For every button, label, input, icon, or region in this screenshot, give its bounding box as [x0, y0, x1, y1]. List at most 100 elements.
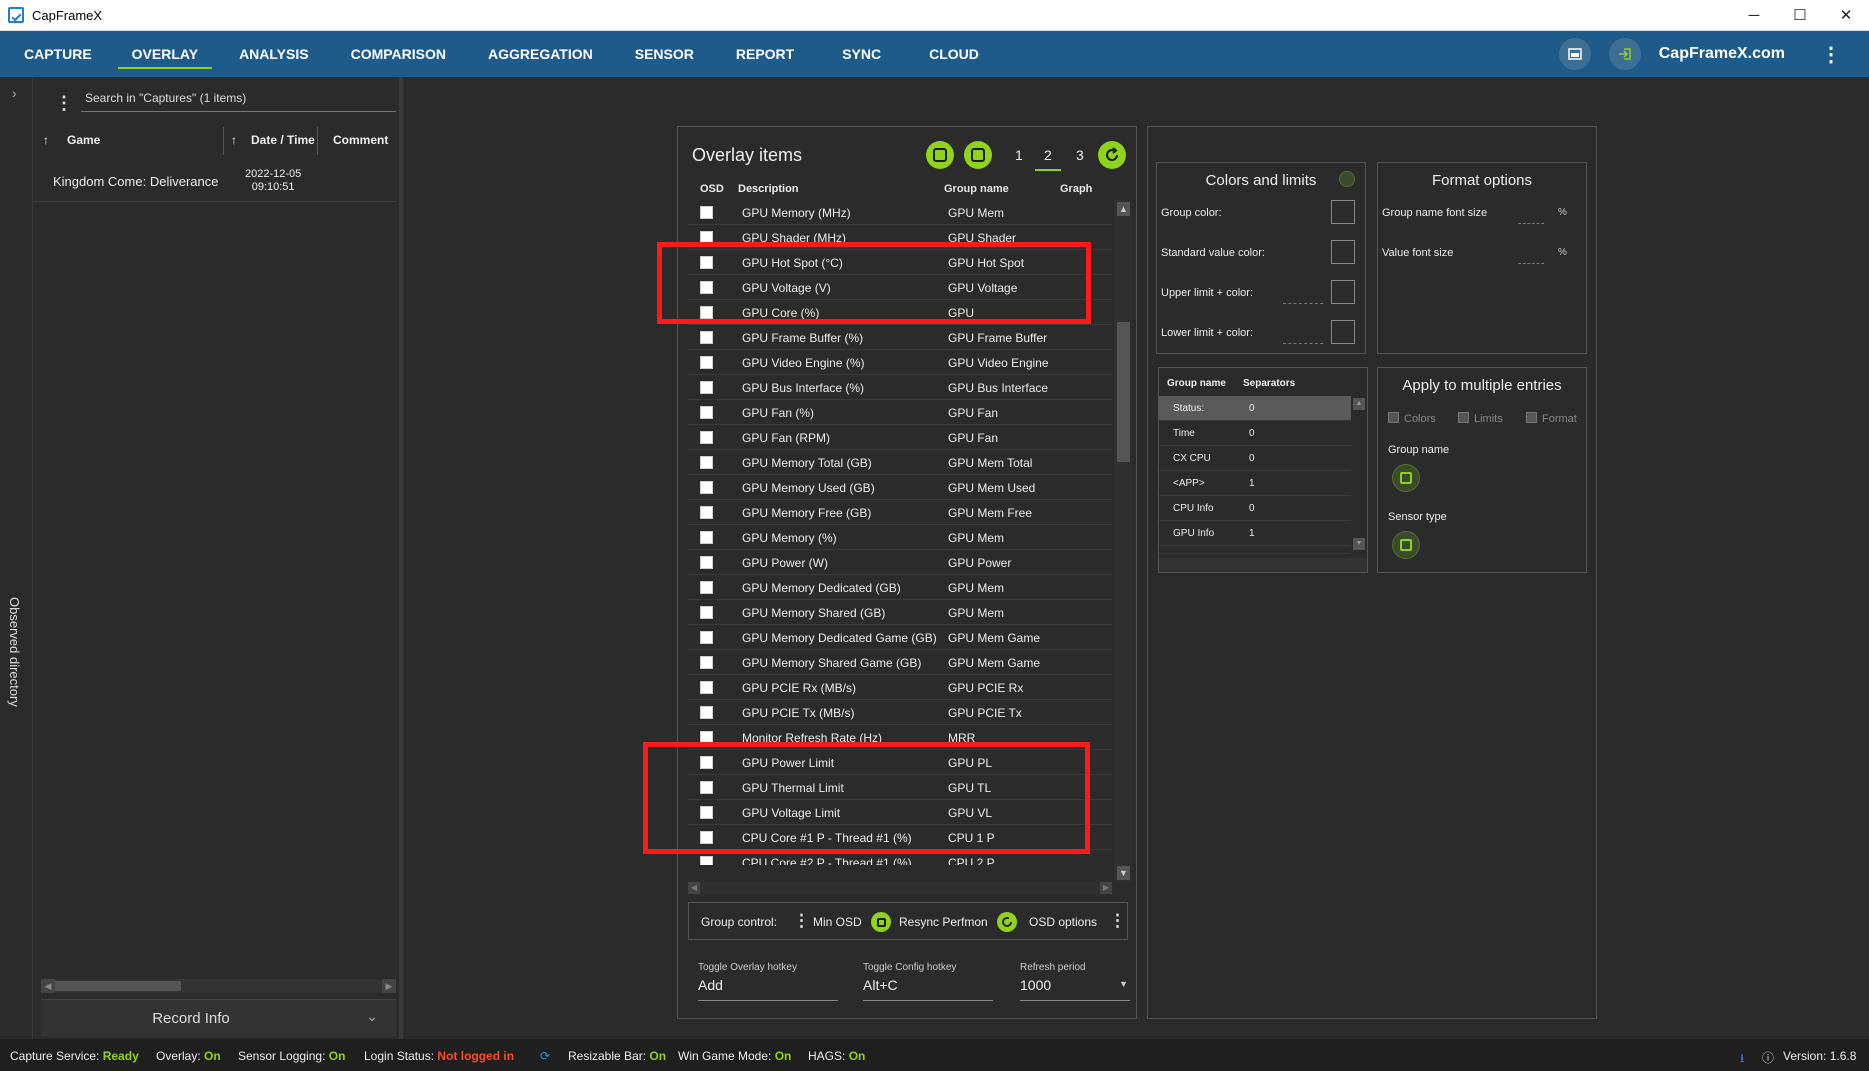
tab-aggregation[interactable]: AGGREGATION: [488, 39, 593, 69]
separator-row[interactable]: <APP> 1: [1159, 471, 1351, 496]
toggle-overlay-hotkey-value[interactable]: Add: [698, 977, 838, 1001]
min-osd-button[interactable]: [871, 912, 891, 932]
osd-checkbox[interactable]: [700, 506, 713, 519]
separator-row[interactable]: GPU Info 1: [1159, 521, 1351, 546]
osd-checkbox[interactable]: [700, 581, 713, 594]
scroll-right-icon[interactable]: ▶: [1100, 882, 1112, 894]
lower-limit-color-swatch[interactable]: [1331, 320, 1355, 344]
osd-checkbox[interactable]: [700, 431, 713, 444]
column-comment[interactable]: Comment: [333, 133, 388, 147]
overlay-item-group-name[interactable]: GPU Power: [948, 556, 1011, 570]
overlay-item-row[interactable]: GPU PCIE Rx (MB/s) GPU PCIE Rx: [688, 675, 1112, 700]
separator-row[interactable]: CPU Info 0: [1159, 496, 1351, 521]
overlay-item-row[interactable]: GPU Memory Total (GB) GPU Mem Total: [688, 450, 1112, 475]
page-3[interactable]: 3: [1076, 147, 1084, 163]
captures-search-input[interactable]: Search in "Captures" (1 items): [81, 88, 396, 112]
info-icon[interactable]: ⓘ: [1762, 1049, 1774, 1066]
overlay-item-group-name[interactable]: GPU PCIE Tx: [948, 706, 1022, 720]
tab-capture[interactable]: CAPTURE: [24, 39, 92, 69]
separator-value[interactable]: 1: [1249, 478, 1255, 489]
scroll-thumb[interactable]: [55, 981, 181, 991]
value-font-size-input[interactable]: [1518, 263, 1544, 264]
separator-row[interactable]: Status: 0: [1159, 396, 1351, 421]
separator-value[interactable]: 1: [1249, 528, 1255, 539]
osd-checkbox[interactable]: [700, 631, 713, 644]
standard-value-color-swatch[interactable]: [1331, 240, 1355, 264]
capture-row[interactable]: Kingdom Come: Deliverance 2022-12-05 09:…: [33, 162, 396, 202]
scroll-left-icon[interactable]: ◀: [41, 979, 55, 993]
apply-colors-checkbox[interactable]: Colors: [1388, 412, 1436, 425]
osd-checkbox[interactable]: [700, 356, 713, 369]
copy-icon[interactable]: [926, 141, 954, 169]
apply-format-checkbox[interactable]: Format: [1526, 412, 1577, 425]
capframex-site-link[interactable]: CapFrameX.com: [1659, 45, 1785, 63]
observed-directory-label[interactable]: Observed directory: [7, 597, 22, 707]
overlay-item-row[interactable]: GPU Fan (%) GPU Fan: [688, 400, 1112, 425]
osd-checkbox[interactable]: [700, 656, 713, 669]
overlay-item-group-name[interactable]: GPU Mem Game: [948, 631, 1040, 645]
overlay-item-row[interactable]: GPU Memory Shared Game (GB) GPU Mem Game: [688, 650, 1112, 675]
separator-row[interactable]: MB Info 0: [1159, 546, 1351, 554]
group-control-menu-icon[interactable]: ⋮: [793, 911, 810, 931]
separator-value[interactable]: 0: [1249, 453, 1255, 464]
overlay-item-group-name[interactable]: GPU Mem Used: [948, 481, 1035, 495]
captures-menu-icon[interactable]: ⋮: [55, 93, 73, 114]
overlay-item-group-name[interactable]: GPU Video Engine: [948, 356, 1049, 370]
osd-checkbox[interactable]: [700, 481, 713, 494]
separator-row[interactable]: Time 0: [1159, 421, 1351, 446]
overlay-item-row[interactable]: GPU Memory Dedicated (GB) GPU Mem: [688, 575, 1112, 600]
apply-limits-checkbox[interactable]: Limits: [1458, 412, 1503, 425]
overlay-item-group-name[interactable]: GPU Bus Interface: [948, 381, 1048, 395]
toggle-config-hotkey[interactable]: Toggle Config hotkey Alt+C: [863, 962, 993, 1001]
osd-checkbox[interactable]: [700, 556, 713, 569]
osd-checkbox[interactable]: [700, 706, 713, 719]
expand-chevron-icon[interactable]: ›: [12, 85, 17, 101]
overlay-item-group-name[interactable]: GPU Frame Buffer: [948, 331, 1047, 345]
scroll-up-icon[interactable]: ▲: [1117, 202, 1130, 216]
separator-value[interactable]: 0: [1249, 403, 1255, 414]
overlay-item-row[interactable]: GPU Memory Used (GB) GPU Mem Used: [688, 475, 1112, 500]
overlay-item-group-name[interactable]: CPU 2 P: [948, 856, 995, 865]
osd-options-menu-icon[interactable]: ⋮: [1109, 911, 1126, 931]
overlay-item-group-name[interactable]: GPU Mem: [948, 581, 1004, 595]
refresh-icon[interactable]: [1098, 141, 1126, 169]
tab-sensor[interactable]: SENSOR: [635, 39, 694, 69]
separators-hscrollbar[interactable]: [1159, 558, 1367, 572]
overlay-item-group-name[interactable]: GPU Fan: [948, 431, 998, 445]
record-info-expander[interactable]: Record Info ⌄: [41, 999, 396, 1037]
osd-checkbox[interactable]: [700, 856, 713, 865]
osd-checkbox[interactable]: [700, 681, 713, 694]
tab-overlay[interactable]: OVERLAY: [117, 39, 213, 69]
sync-icon[interactable]: ⟳: [540, 1049, 550, 1063]
separator-value[interactable]: 0: [1249, 428, 1255, 439]
separator-value[interactable]: 0: [1249, 503, 1255, 514]
apply-group-name-button[interactable]: [1392, 464, 1420, 492]
scroll-right-icon[interactable]: ▶: [382, 979, 396, 993]
osd-checkbox[interactable]: [700, 531, 713, 544]
osd-checkbox[interactable]: [700, 381, 713, 394]
captures-horizontal-scrollbar[interactable]: ◀ ▶: [41, 979, 396, 993]
overlay-vertical-scrollbar[interactable]: ▲ ▼: [1114, 200, 1132, 882]
toggle-config-hotkey-value[interactable]: Alt+C: [863, 977, 993, 1001]
scroll-down-icon[interactable]: ▼: [1117, 866, 1130, 880]
save-icon[interactable]: [964, 141, 992, 169]
login-icon[interactable]: [1608, 38, 1641, 70]
scroll-left-icon[interactable]: ◀: [688, 882, 700, 894]
overlay-item-row[interactable]: GPU Fan (RPM) GPU Fan: [688, 425, 1112, 450]
overlay-item-row[interactable]: GPU Video Engine (%) GPU Video Engine: [688, 350, 1112, 375]
scroll-up-icon[interactable]: ▲: [1353, 398, 1365, 410]
osd-checkbox[interactable]: [700, 606, 713, 619]
close-button[interactable]: ✕: [1823, 0, 1869, 31]
osd-checkbox[interactable]: [700, 406, 713, 419]
refresh-period-value[interactable]: 1000 ▼: [1020, 977, 1130, 1001]
resync-perfmon-button[interactable]: [997, 912, 1017, 932]
screenshot-icon[interactable]: [1558, 38, 1591, 70]
minimize-button[interactable]: ─: [1731, 0, 1777, 31]
overlay-item-group-name[interactable]: GPU Mem: [948, 531, 1004, 545]
osd-checkbox[interactable]: [700, 331, 713, 344]
maximize-button[interactable]: ☐: [1777, 0, 1823, 31]
overlay-item-row[interactable]: GPU PCIE Tx (MB/s) GPU PCIE Tx: [688, 700, 1112, 725]
column-game[interactable]: Game: [67, 133, 100, 147]
reset-colors-icon[interactable]: [1339, 171, 1355, 187]
upper-limit-color-swatch[interactable]: [1331, 280, 1355, 304]
